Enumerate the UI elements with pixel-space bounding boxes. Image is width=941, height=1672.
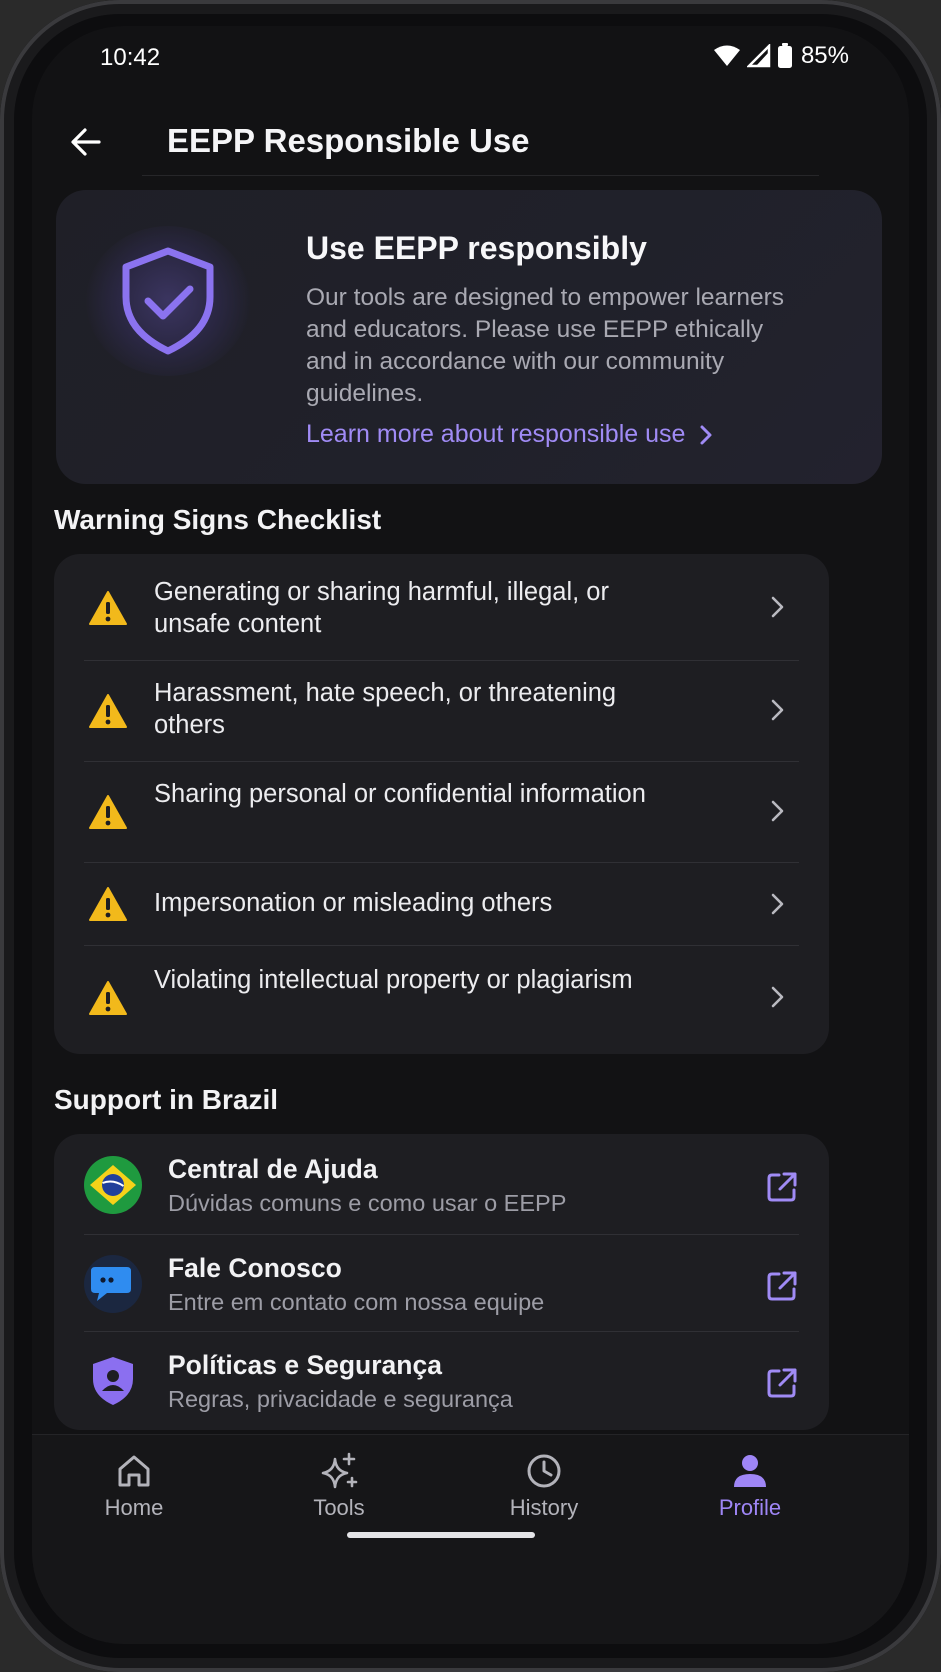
warning-item[interactable]: Generating or sharing harmful, illegal, …: [84, 554, 799, 660]
chevron-right-icon: [771, 893, 784, 915]
chevron-right-icon: [771, 986, 784, 1008]
chevron-right-icon: [771, 596, 784, 618]
wifi-icon: [713, 45, 740, 66]
page-title: EEPP Responsible Use: [167, 122, 530, 159]
nav-home-label: Home: [104, 1495, 164, 1520]
phone-frame: 10:42 85% EEPP Responsible Use Use EEPP …: [0, 0, 941, 1672]
warning-item[interactable]: Impersonation or misleading others: [84, 863, 799, 945]
support-item-title: Central de Ajuda: [168, 1154, 378, 1184]
back-button[interactable]: [62, 118, 110, 166]
nav-tools-label: Tools: [313, 1495, 365, 1520]
status-icons: 85%: [713, 42, 849, 70]
home-icon: [118, 1455, 150, 1487]
app-screen: 10:42 85% EEPP Responsible Use Use EEPP …: [32, 26, 909, 1644]
warning-triangle-icon: [89, 795, 127, 829]
support-item-subtitle: Dúvidas comuns e como usar o EEPP: [168, 1190, 567, 1216]
warning-item-label: Impersonation or misleading others: [154, 889, 553, 917]
support-item-help-center[interactable]: Central de Ajuda Dúvidas comuns e como u…: [84, 1136, 799, 1232]
support-item-contact[interactable]: Fale Conosco Entre em contato com nossa …: [84, 1235, 799, 1331]
warning-triangle-icon: [89, 591, 127, 625]
top-app-bar: EEPP Responsible Use: [32, 110, 909, 176]
nav-history[interactable]: History: [479, 1451, 609, 1521]
warning-checklist-card: Generating or sharing harmful, illegal, …: [54, 554, 829, 1054]
nav-profile[interactable]: Profile: [685, 1451, 815, 1521]
warning-item[interactable]: Violating intellectual property or plagi…: [84, 946, 799, 1050]
learn-more-label: Learn more about responsible use: [306, 420, 686, 448]
support-item-title: Fale Conosco: [168, 1253, 342, 1283]
external-link-icon[interactable]: [765, 1269, 799, 1303]
support-section-title: Support in Brazil: [54, 1084, 278, 1115]
chat-bubbles-icon: [84, 1255, 142, 1313]
sparkles-icon: [321, 1452, 358, 1489]
bottom-navigation: Home Tools History Profile: [32, 1434, 909, 1644]
external-link-icon[interactable]: [765, 1366, 799, 1400]
hero-description: Our tools are designed to empower learne…: [306, 284, 785, 407]
warning-triangle-icon: [89, 887, 127, 921]
learn-more-link[interactable]: Learn more about responsible use: [306, 420, 713, 449]
warning-item-label: Generating or sharing harmful, illegal, …: [154, 578, 609, 638]
shield-check-icon: [86, 226, 250, 376]
warning-item-label: Harassment, hate speech, or threatening …: [154, 679, 617, 739]
nav-tools[interactable]: Tools: [274, 1451, 404, 1521]
shield-user-icon: [84, 1352, 142, 1410]
brazil-flag-icon: [84, 1156, 142, 1214]
chevron-right-icon: [771, 699, 784, 721]
person-icon: [734, 1455, 766, 1487]
header-divider: [142, 175, 819, 176]
battery-icon: [777, 43, 792, 68]
warning-item-label: Violating intellectual property or plagi…: [154, 966, 633, 994]
arrow-left-icon: [71, 128, 101, 156]
warning-item[interactable]: Sharing personal or confidential informa…: [84, 762, 799, 862]
clock-icon: [527, 1454, 561, 1488]
support-card: Central de Ajuda Dúvidas comuns e como u…: [54, 1134, 829, 1430]
battery-percentage: 85%: [800, 42, 849, 69]
support-item-policies[interactable]: Políticas e Segurança Regras, privacidad…: [84, 1332, 799, 1428]
responsible-use-hero-card: Use EEPP responsibly Our tools are desig…: [56, 190, 882, 484]
chevron-right-icon: [700, 425, 712, 444]
support-item-subtitle: Entre em contato com nossa equipe: [168, 1289, 545, 1315]
warning-triangle-icon: [89, 981, 127, 1015]
support-item-subtitle: Regras, privacidade e segurança: [168, 1386, 513, 1412]
support-item-title: Políticas e Segurança: [168, 1350, 442, 1380]
nav-profile-label: Profile: [718, 1495, 782, 1520]
signal-icon: [746, 44, 771, 68]
warning-section-title: Warning Signs Checklist: [54, 504, 382, 535]
status-time: 10:42: [100, 44, 161, 71]
warning-item[interactable]: Harassment, hate speech, or threatening …: [84, 661, 799, 761]
external-link-icon[interactable]: [765, 1170, 799, 1204]
hero-title: Use EEPP responsibly: [306, 230, 647, 266]
nav-home[interactable]: Home: [69, 1451, 199, 1521]
home-indicator[interactable]: [347, 1532, 535, 1538]
warning-item-label: Sharing personal or confidential informa…: [154, 780, 646, 808]
warning-triangle-icon: [89, 694, 127, 728]
chevron-right-icon: [771, 800, 784, 822]
nav-history-label: History: [509, 1495, 579, 1520]
status-bar: 10:42 85%: [32, 26, 909, 86]
